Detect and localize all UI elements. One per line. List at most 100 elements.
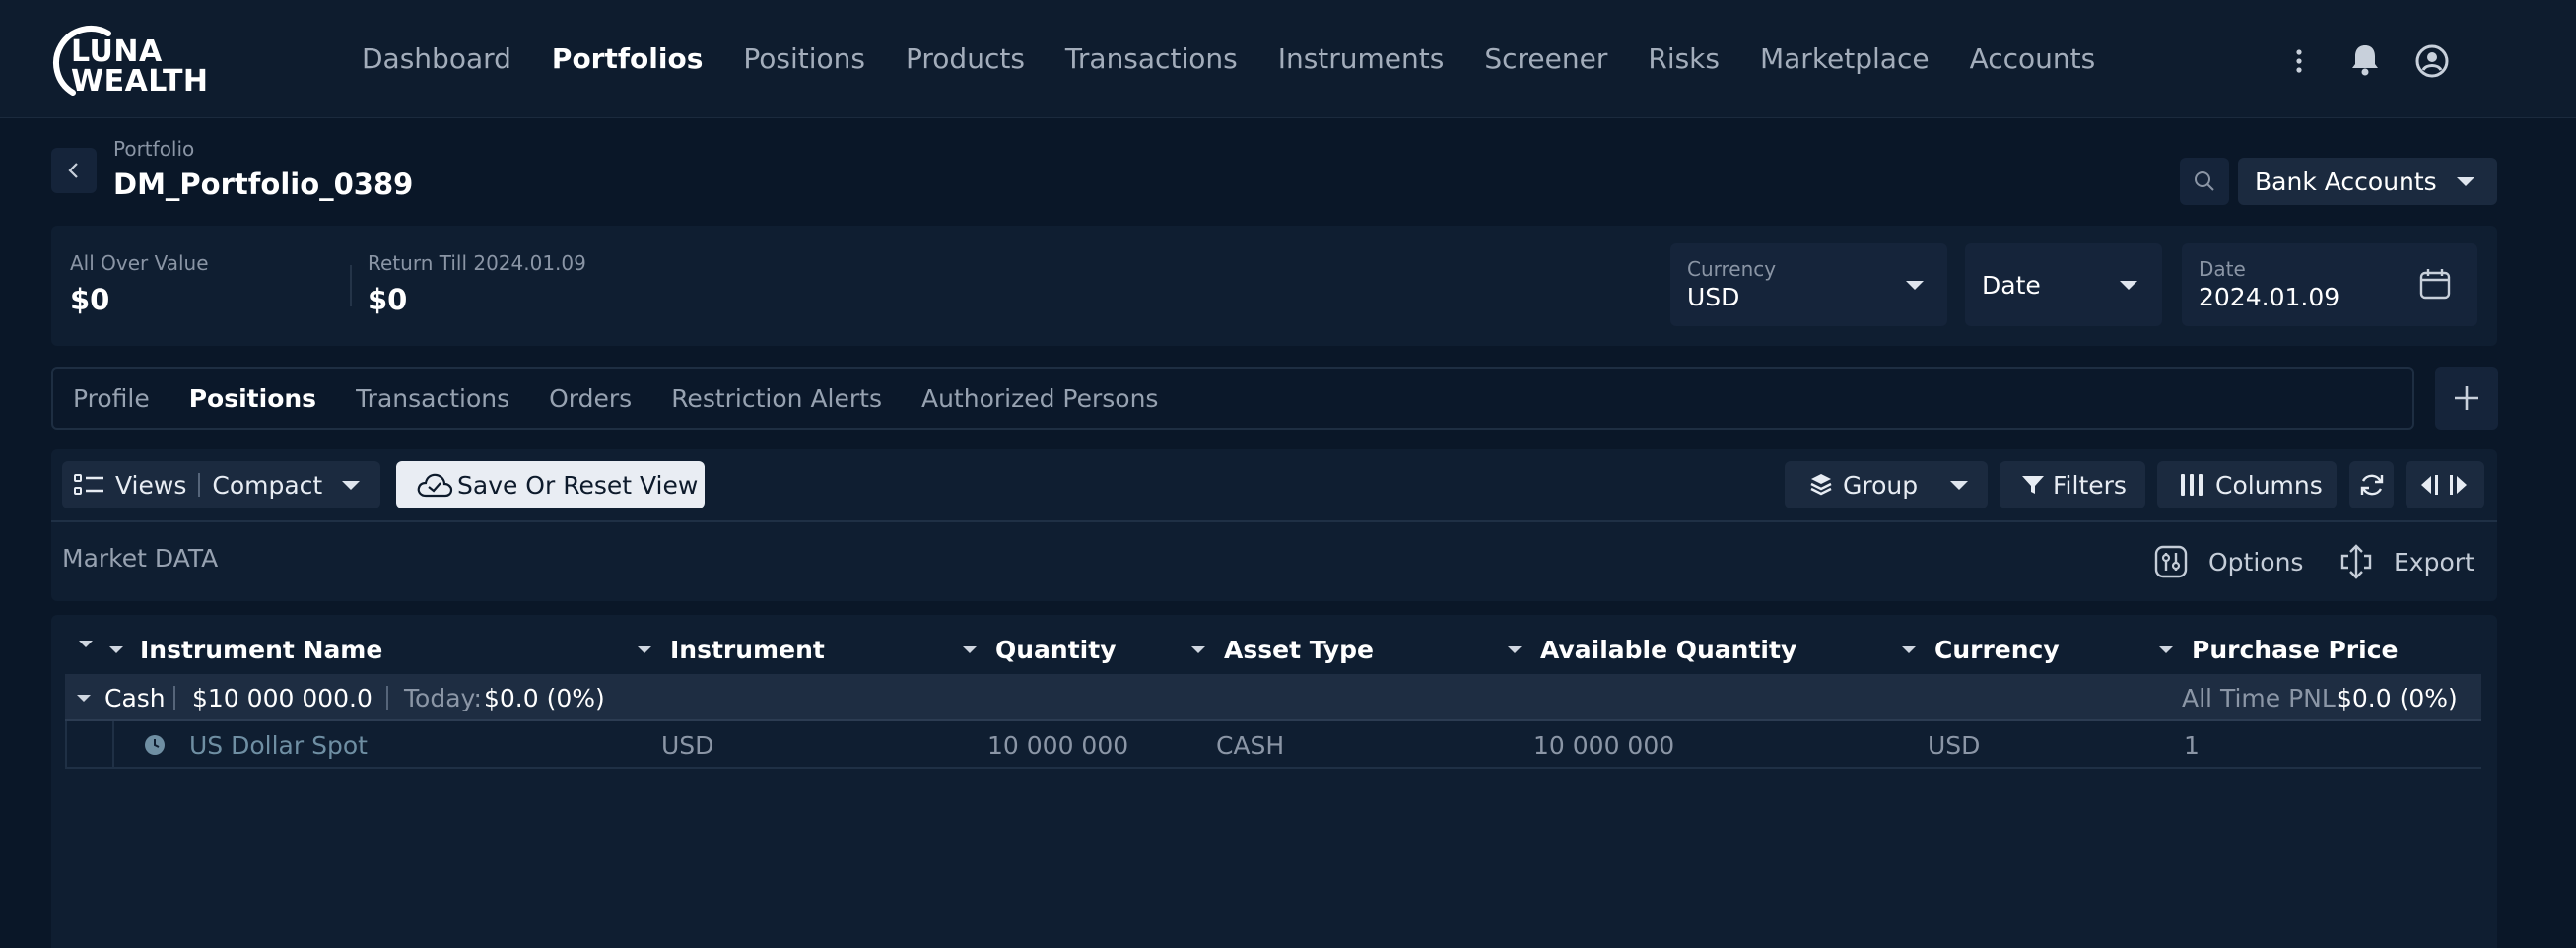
date-type-value: Date [1982, 271, 2041, 300]
filters-button[interactable]: Filters [2000, 461, 2145, 508]
back-button[interactable] [51, 148, 97, 193]
brand-wordmark: LUNA WEALTH [71, 37, 209, 97]
tab-orders[interactable]: Orders [549, 384, 632, 413]
date-type-select[interactable]: Date [1965, 243, 2162, 326]
column-header-asset-type[interactable]: Asset Type [1191, 625, 1374, 674]
add-tab-button[interactable] [2435, 367, 2498, 430]
chevron-down-icon [1950, 481, 1968, 490]
table-row[interactable]: US Dollar Spot USD 10 000 000 CASH 10 00… [65, 721, 2481, 769]
breadcrumb[interactable]: Portfolio [113, 137, 194, 161]
sort-caret-icon[interactable] [1191, 646, 1205, 653]
column-label: Instrument [670, 635, 825, 664]
column-header-currency[interactable]: Currency [1902, 625, 2060, 674]
group-select[interactable]: Group [1785, 461, 1988, 508]
chevron-down-icon [1906, 281, 1924, 290]
toolbar-divider [51, 520, 2497, 522]
options-label: Options [2208, 547, 2304, 576]
panel-toggle-button[interactable] [2406, 461, 2484, 508]
date-picker[interactable]: Date 2024.01.09 [2182, 243, 2477, 326]
group-separator [386, 686, 388, 710]
columns-label: Columns [2215, 470, 2323, 500]
cell-instrument-name[interactable]: US Dollar Spot [189, 731, 368, 760]
date-value: 2024.01.09 [2199, 283, 2340, 311]
export-icon [2340, 544, 2372, 579]
all-over-value: $0 [70, 283, 110, 316]
today-value: $0.0 (0%) [484, 684, 605, 712]
row-indent-divider [112, 721, 114, 767]
group-separator [173, 686, 175, 710]
group-row-cash[interactable]: Cash $10 000 000.0 Today: $0.0 (0%) All … [65, 674, 2481, 721]
column-label: Instrument Name [140, 635, 383, 664]
column-label: Asset Type [1224, 635, 1374, 664]
portfolio-tabs: Profile Positions Transactions Orders Re… [51, 367, 2414, 430]
tab-authorized-persons[interactable]: Authorized Persons [921, 384, 1158, 413]
filters-label: Filters [2053, 470, 2127, 500]
all-time-pnl-label: All Time PNL: [2182, 684, 2344, 712]
more-vertical-icon[interactable] [2284, 37, 2314, 85]
search-button[interactable] [2180, 158, 2229, 205]
portfolio-summary: All Over Value $0 Return Till 2024.01.09… [51, 226, 2497, 346]
nav-item-dashboard[interactable]: Dashboard [362, 35, 511, 83]
cell-instrument: USD [661, 731, 714, 760]
tab-transactions[interactable]: Transactions [356, 384, 509, 413]
column-header-instrument-name[interactable]: Instrument Name [109, 625, 383, 674]
user-circle-icon[interactable] [2414, 37, 2450, 85]
sort-caret-icon[interactable] [1508, 646, 1522, 653]
nav-item-portfolios[interactable]: Portfolios [552, 35, 703, 83]
tab-restriction-alerts[interactable]: Restriction Alerts [671, 384, 882, 413]
nav-item-accounts[interactable]: Accounts [1970, 35, 2096, 83]
group-total: $10 000 000.0 [192, 684, 373, 712]
expand-all-caret-icon[interactable] [79, 641, 93, 647]
cell-available-quantity: 10 000 000 [1533, 731, 1675, 760]
bell-icon[interactable] [2347, 37, 2383, 85]
views-separator [198, 473, 201, 497]
tab-profile[interactable]: Profile [73, 384, 150, 413]
save-or-reset-view-button[interactable]: Save Or Reset View [396, 461, 705, 508]
page-title: DM_Portfolio_0389 [113, 168, 414, 201]
export-button[interactable]: Export [2339, 544, 2474, 579]
currency-label: Currency [1687, 257, 1777, 281]
calendar-icon[interactable] [2418, 267, 2452, 301]
return-value: $0 [368, 283, 408, 316]
nav-item-instruments[interactable]: Instruments [1278, 35, 1445, 83]
nav-item-positions[interactable]: Positions [743, 35, 865, 83]
sliders-icon [2154, 545, 2188, 578]
column-header-available-quantity[interactable]: Available Quantity [1508, 625, 1796, 674]
export-label: Export [2394, 547, 2474, 576]
sort-caret-icon[interactable] [109, 646, 123, 653]
sort-caret-icon[interactable] [2159, 646, 2173, 653]
nav-item-marketplace[interactable]: Marketplace [1760, 35, 1930, 83]
column-header-quantity[interactable]: Quantity [963, 625, 1117, 674]
nav-item-products[interactable]: Products [906, 35, 1025, 83]
sort-caret-icon[interactable] [1902, 646, 1916, 653]
group-name: Cash [104, 684, 166, 712]
column-header-purchase-price[interactable]: Purchase Price [2159, 625, 2398, 674]
nav-item-transactions[interactable]: Transactions [1065, 35, 1238, 83]
views-label: Views [115, 470, 187, 500]
cell-purchase-price: 1 [2184, 731, 2200, 760]
bank-accounts-select[interactable]: Bank Accounts [2238, 158, 2497, 205]
nav-item-screener[interactable]: Screener [1484, 35, 1607, 83]
columns-button[interactable]: Columns [2157, 461, 2337, 508]
date-label: Date [2199, 257, 2246, 281]
nav-item-risks[interactable]: Risks [1648, 35, 1720, 83]
currency-select[interactable]: Currency USD [1670, 243, 1947, 326]
sort-caret-icon[interactable] [963, 646, 977, 653]
group-label: Group [1843, 470, 1919, 500]
positions-table: Instrument Name Instrument Quantity Asse… [51, 615, 2497, 948]
brand-logo[interactable]: LUNA WEALTH [49, 24, 208, 99]
market-data-label: Market DATA [62, 544, 219, 573]
sort-caret-icon[interactable] [638, 646, 651, 653]
tab-positions[interactable]: Positions [189, 384, 316, 413]
main-nav: Dashboard Portfolios Positions Products … [362, 35, 2135, 83]
column-header-instrument[interactable]: Instrument [638, 625, 825, 674]
views-value: Compact [212, 470, 323, 500]
views-select[interactable]: Views Compact [62, 461, 380, 508]
options-button[interactable]: Options [2153, 544, 2303, 579]
currency-value: USD [1687, 283, 1740, 311]
collapse-expand-icon [2421, 475, 2467, 495]
bank-accounts-label: Bank Accounts [2255, 167, 2437, 196]
chevron-down-icon [342, 481, 360, 490]
refresh-button[interactable] [2349, 461, 2394, 508]
collapse-group-caret-icon[interactable] [77, 695, 91, 702]
